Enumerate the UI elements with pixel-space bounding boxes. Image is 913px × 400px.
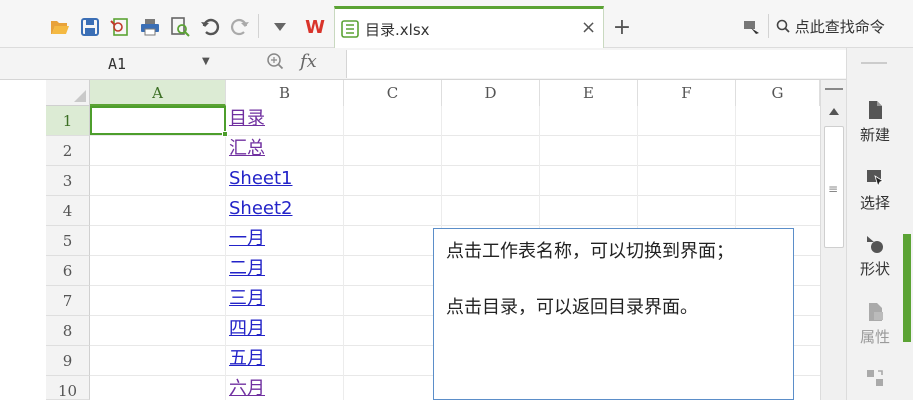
toolbar-separator: [258, 14, 259, 38]
folder-open-icon[interactable]: [50, 17, 70, 37]
undo-icon[interactable]: [200, 17, 220, 37]
formula-bar: A1 ▼ fx: [0, 48, 846, 80]
tab-label: 目录.xlsx: [365, 21, 430, 39]
row-header-9[interactable]: 9: [46, 346, 90, 376]
redo-icon[interactable]: [230, 17, 250, 37]
wps-logo-text: W: [305, 16, 325, 38]
column-header-e[interactable]: E: [540, 80, 638, 106]
quick-access-toolbar: W 目录.xlsx × + 点此查找命令: [0, 0, 913, 48]
row-gridline: [90, 195, 820, 196]
toolbar-separator-2: [768, 14, 769, 38]
column-header-a[interactable]: A: [90, 80, 226, 106]
name-box[interactable]: A1 ▼: [46, 51, 216, 77]
row-header-8[interactable]: 8: [46, 316, 90, 346]
sheet-link-cell[interactable]: 目录: [229, 104, 265, 134]
row-header-10[interactable]: 10: [46, 376, 90, 400]
spreadsheet-file-icon: [341, 20, 359, 38]
sheet-link-cell[interactable]: 二月: [229, 254, 265, 284]
sheet-link-cell[interactable]: 六月: [229, 374, 265, 400]
corner-select-all[interactable]: [46, 80, 90, 106]
search-icon: [776, 19, 790, 33]
scroll-grip-icon: ≡: [828, 182, 839, 196]
close-tab-icon[interactable]: ×: [581, 17, 596, 38]
scroll-up-icon[interactable]: [829, 108, 839, 115]
side-shapes-label: 形状: [859, 260, 890, 278]
skin-icon[interactable]: [742, 17, 762, 37]
row-gridline: [90, 225, 820, 226]
row-header-6[interactable]: 6: [46, 256, 90, 286]
side-new-button[interactable]: 新建: [847, 100, 903, 145]
sheet-link-cell[interactable]: 五月: [229, 344, 265, 374]
workbook-tab[interactable]: 目录.xlsx ×: [334, 6, 604, 48]
column-header-f[interactable]: F: [638, 80, 736, 106]
text-box-line-1: 点击工作表名称，可以切换到界面；: [446, 241, 734, 262]
row-header-2[interactable]: 2: [46, 136, 90, 166]
row-header-3[interactable]: 3: [46, 166, 90, 196]
sheet-link-cell[interactable]: 三月: [229, 284, 265, 314]
print-preview-icon[interactable]: [110, 17, 130, 37]
side-properties-label: 属性: [859, 328, 890, 346]
sheet-link-cell[interactable]: Sheet1: [229, 164, 293, 194]
new-file-icon: [869, 101, 882, 119]
insert-function-button[interactable]: fx: [300, 51, 317, 72]
sheet-link-cell[interactable]: 一月: [229, 224, 265, 254]
column-header-c[interactable]: C: [344, 80, 442, 106]
wps-logo-icon[interactable]: W: [302, 16, 328, 38]
side-properties-button[interactable]: 属性: [847, 302, 903, 347]
right-side-panel: 新建 选择 形状 属性: [846, 48, 913, 400]
sheet-link-cell[interactable]: Sheet2: [229, 194, 293, 224]
active-cell-a1[interactable]: [90, 106, 226, 135]
search-label: 点此查找命令: [794, 18, 885, 36]
instruction-text-box[interactable]: 点击工作表名称，可以切换到界面； 点击目录，可以返回目录界面。: [433, 228, 794, 400]
zoom-search-icon[interactable]: [266, 52, 284, 74]
side-new-label: 新建: [859, 126, 890, 144]
panel-edge-indicator: [903, 234, 911, 342]
vertical-scrollbar[interactable]: ≡: [820, 80, 846, 400]
row-gridline: [90, 165, 820, 166]
save-icon[interactable]: [80, 17, 100, 37]
properties-icon: [869, 303, 883, 321]
fill-handle[interactable]: [222, 131, 228, 137]
shapes-icon: [867, 236, 883, 253]
side-select-button[interactable]: 选择: [847, 168, 903, 213]
side-more-button[interactable]: [847, 368, 903, 388]
side-shapes-button[interactable]: 形状: [847, 234, 903, 279]
column-gridline: [225, 106, 226, 400]
row-header-7[interactable]: 7: [46, 286, 90, 316]
new-tab-icon[interactable]: +: [612, 15, 632, 40]
search-doc-icon[interactable]: [170, 17, 190, 37]
dropdown-icon[interactable]: [270, 17, 290, 37]
row-header-1[interactable]: 1: [46, 106, 90, 136]
row-header-4[interactable]: 4: [46, 196, 90, 226]
sheet-link-cell[interactable]: 汇总: [229, 134, 265, 164]
name-box-value: A1: [108, 55, 127, 73]
column-header-g[interactable]: G: [736, 80, 820, 106]
command-search[interactable]: 点此查找命令: [776, 16, 885, 37]
side-select-label: 选择: [859, 194, 890, 212]
column-header-b[interactable]: B: [226, 80, 344, 106]
select-icon: [867, 170, 884, 188]
panel-handle[interactable]: [861, 62, 887, 64]
column-header-d[interactable]: D: [442, 80, 540, 106]
row-gridline: [90, 135, 820, 136]
scroll-split-bar[interactable]: [825, 88, 843, 90]
sheet-link-cell[interactable]: 四月: [229, 314, 265, 344]
text-box-line-2: 点击目录，可以返回目录界面。: [446, 297, 698, 318]
row-header-5[interactable]: 5: [46, 226, 90, 256]
chevron-down-icon[interactable]: ▼: [202, 56, 210, 67]
arrange-icon: [867, 370, 883, 386]
column-gridline: [343, 106, 344, 400]
formula-input[interactable]: [346, 50, 846, 78]
print-icon[interactable]: [140, 17, 160, 37]
